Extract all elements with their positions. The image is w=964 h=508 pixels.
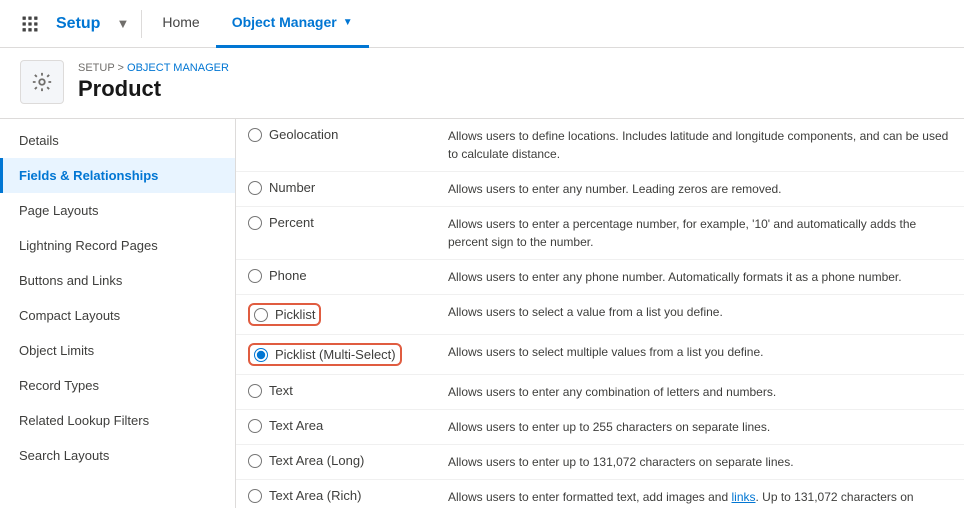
sidebar-item-record-types[interactable]: Record Types (0, 368, 235, 403)
field-type-label[interactable]: Picklist (254, 307, 315, 322)
sidebar-item-compact-layouts[interactable]: Compact Layouts (0, 298, 235, 333)
field-type-radio[interactable] (254, 308, 268, 322)
page-title: Product (78, 76, 229, 102)
sidebar: Details Fields & Relationships Page Layo… (0, 119, 236, 508)
nav-tab-home[interactable]: Home (146, 0, 215, 48)
field-type-content: Geolocation Allows users to define locati… (236, 119, 964, 508)
top-navigation: Setup ▼ Home Object Manager ▼ (0, 0, 964, 48)
page-header: SETUP > OBJECT MANAGER Product (0, 48, 964, 119)
table-row: Text Allows users to enter any combinatio… (236, 375, 964, 410)
field-type-label[interactable]: Text Area (248, 418, 424, 433)
highlight-box: Picklist (248, 303, 321, 326)
field-type-label[interactable]: Percent (248, 215, 424, 230)
field-type-description: Allows users to enter any number. Leadin… (436, 172, 964, 207)
table-row: Percent Allows users to enter a percentag… (236, 207, 964, 260)
field-type-description: Allows users to enter up to 131,072 char… (436, 445, 964, 480)
highlight-box: Picklist (Multi-Select) (248, 343, 402, 366)
nav-divider (141, 10, 142, 38)
field-type-label[interactable]: Text (248, 383, 424, 398)
sidebar-item-object-limits[interactable]: Object Limits (0, 333, 235, 368)
field-type-label[interactable]: Text Area (Long) (248, 453, 424, 468)
sidebar-item-details[interactable]: Details (0, 123, 235, 158)
field-type-table: Geolocation Allows users to define locati… (236, 119, 964, 508)
table-row: Phone Allows users to enter any phone num… (236, 260, 964, 295)
sidebar-item-related-lookup-filters[interactable]: Related Lookup Filters (0, 403, 235, 438)
breadcrumb-object-manager-link[interactable]: OBJECT MANAGER (127, 62, 229, 74)
table-row: Number Allows users to enter any number. … (236, 172, 964, 207)
field-type-label[interactable]: Text Area (Rich) (248, 488, 424, 503)
sidebar-item-search-layouts[interactable]: Search Layouts (0, 438, 235, 473)
header-icon (20, 60, 64, 104)
field-type-description: Allows users to enter any combination of… (436, 375, 964, 410)
field-type-radio[interactable] (248, 269, 262, 283)
field-type-radio[interactable] (254, 348, 268, 362)
field-type-label[interactable]: Picklist (Multi-Select) (254, 347, 396, 362)
header-text: SETUP > OBJECT MANAGER Product (78, 62, 229, 102)
field-type-description: Allows users to enter a percentage numbe… (436, 207, 964, 260)
field-type-description: Allows users to enter formatted text, ad… (436, 480, 964, 508)
table-row: Picklist (Multi-Select) Allows users to s… (236, 335, 964, 375)
field-type-description: Allows users to select multiple values f… (436, 335, 964, 375)
table-row: Text Area (Long) Allows users to enter up… (236, 445, 964, 480)
field-type-radio[interactable] (248, 454, 262, 468)
main-container: Details Fields & Relationships Page Layo… (0, 119, 964, 508)
sidebar-item-buttons-links[interactable]: Buttons and Links (0, 263, 235, 298)
field-type-radio[interactable] (248, 128, 262, 142)
field-type-description: Allows users to enter up to 255 characte… (436, 410, 964, 445)
field-type-description: Allows users to select a value from a li… (436, 295, 964, 335)
breadcrumb: SETUP > OBJECT MANAGER (78, 62, 229, 74)
field-type-description: Allows users to enter any phone number. … (436, 260, 964, 295)
field-type-description: Allows users to define locations. Includ… (436, 119, 964, 172)
field-type-radio[interactable] (248, 181, 262, 195)
nav-brand[interactable]: Setup (56, 15, 100, 33)
nav-brand-chevron[interactable]: ▼ (116, 16, 129, 31)
table-row: Geolocation Allows users to define locati… (236, 119, 964, 172)
field-type-radio[interactable] (248, 216, 262, 230)
sidebar-item-fields-relationships[interactable]: Fields & Relationships (0, 158, 235, 193)
sidebar-item-lightning-record-pages[interactable]: Lightning Record Pages (0, 228, 235, 263)
table-row: Text Area (Rich) Allows users to enter fo… (236, 480, 964, 508)
sidebar-item-page-layouts[interactable]: Page Layouts (0, 193, 235, 228)
field-type-radio[interactable] (248, 419, 262, 433)
table-row: Text Area Allows users to enter up to 255… (236, 410, 964, 445)
field-type-radio[interactable] (248, 489, 262, 503)
object-manager-chevron: ▼ (343, 17, 353, 28)
field-type-radio[interactable] (248, 384, 262, 398)
apps-icon[interactable] (12, 6, 48, 42)
field-type-label[interactable]: Number (248, 180, 424, 195)
field-type-label[interactable]: Phone (248, 268, 424, 283)
field-type-label[interactable]: Geolocation (248, 127, 424, 142)
nav-tab-object-manager[interactable]: Object Manager ▼ (216, 0, 369, 48)
table-row: Picklist Allows users to select a value f… (236, 295, 964, 335)
